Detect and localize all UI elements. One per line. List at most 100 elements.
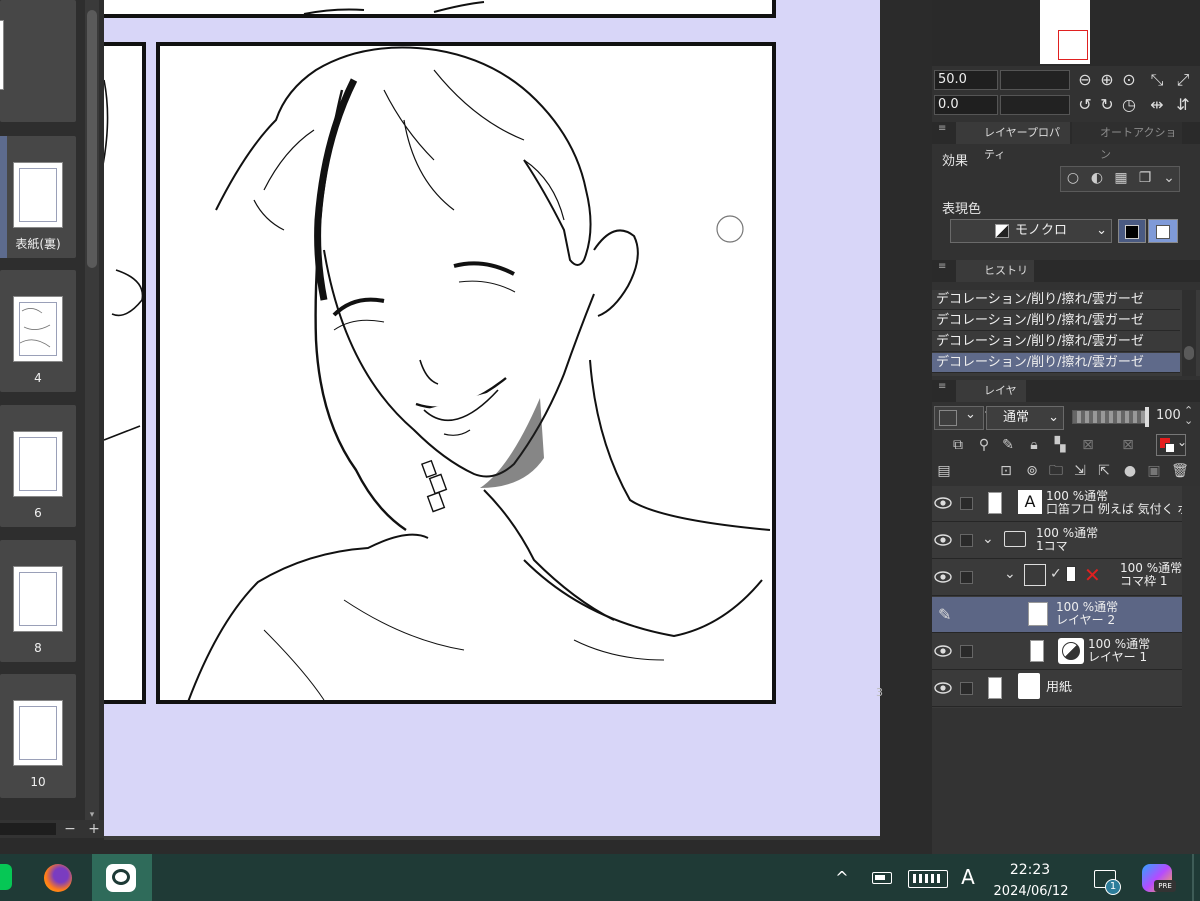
show-desktop-button[interactable] (1192, 854, 1194, 901)
rotate-right-icon[interactable]: ↻ (1096, 94, 1118, 116)
texture-icon[interactable]: ❐ (1133, 167, 1157, 189)
layer-row-folder[interactable]: ⌄ 100 %通常 1コマ (932, 523, 1182, 559)
history-row[interactable]: デコレーション/削り/擦れ/雲ガーゼ (932, 311, 1180, 331)
clock-time[interactable]: 22:23 (992, 862, 1068, 878)
history-row-selected[interactable]: デコレーション/削り/擦れ/雲ガーゼ (932, 353, 1180, 373)
layer-row-layer-2[interactable]: ✎ 100 %通常 レイヤー 2 (932, 597, 1182, 633)
zoom-slider[interactable] (1000, 70, 1070, 90)
layer-list-scrollbar[interactable] (1182, 486, 1200, 708)
eye-icon[interactable] (934, 533, 952, 547)
zoom-out-button[interactable]: − (62, 820, 78, 838)
tab-history[interactable]: ヒストリー (956, 260, 1034, 299)
layer-row-text[interactable]: A 100 %通常 口笛フロ 例えば 気付く ボクの (932, 486, 1182, 522)
show-hidden-icons-chevron[interactable]: ^ (832, 868, 852, 887)
edit-target-checkbox[interactable] (960, 571, 973, 584)
panel-grip-icon[interactable]: ≡ (938, 124, 948, 139)
panel-grip-icon[interactable]: ≡ (938, 262, 948, 277)
copilot-icon[interactable]: PRE (1142, 864, 1176, 892)
chevron-down-icon[interactable]: ⌄ (1157, 167, 1181, 189)
layer-row-frame-border[interactable]: ⌄ ✓ ✕ 100 %通常 コマ枠 1 (932, 560, 1182, 596)
canvas-area[interactable] (104, 0, 880, 836)
panel-grip-icon[interactable]: ≡ (938, 382, 948, 397)
edit-target-checkbox[interactable] (960, 645, 973, 658)
tab-layer-property[interactable]: レイヤープロパティ (956, 122, 1070, 161)
draft-layer-icon[interactable]: ✎ (996, 434, 1020, 456)
clip-lower-layer-icon[interactable]: ⧉ (946, 434, 970, 456)
flip-horizontal-icon[interactable]: ⇹ (1146, 94, 1168, 116)
tab-auto-action[interactable]: オートアクション (1072, 122, 1182, 161)
opacity-stepper-icon[interactable]: ⌃ ⌄ (1184, 405, 1193, 426)
opacity-slider-thumb[interactable] (1145, 407, 1149, 427)
flip-vertical-icon[interactable]: ⇵ (1172, 94, 1194, 116)
history-row[interactable]: デコレーション/削り/擦れ/雲ガーゼ (932, 332, 1180, 352)
fit-window-icon[interactable]: ⤡ (1146, 69, 1168, 91)
eye-icon[interactable] (934, 496, 952, 510)
layer-row-layer-1[interactable]: 100 %通常 レイヤー 1 (932, 634, 1182, 670)
zoom-in-icon[interactable]: ⊕ (1096, 69, 1118, 91)
new-raster-layer-icon[interactable]: ⊡ (994, 460, 1018, 482)
edit-target-checkbox[interactable] (960, 497, 973, 510)
lock-transparent-icon[interactable]: ▚ (1048, 434, 1072, 456)
page-zoom-slider[interactable] (0, 823, 56, 835)
layer-menu-icon[interactable]: ▤ (932, 460, 956, 482)
eye-icon[interactable] (934, 570, 952, 584)
page-card-4[interactable]: 4 (0, 270, 76, 392)
battery-icon[interactable] (872, 872, 892, 884)
delete-layer-icon[interactable]: 🗑︎ (1168, 460, 1192, 482)
zoom-out-icon[interactable]: ⊖ (1074, 69, 1096, 91)
dot-tone-icon[interactable]: ▦ (1109, 167, 1133, 189)
history-row[interactable]: デコレーション/削り/擦れ/雲ガーゼ (932, 290, 1180, 310)
create-mask-icon[interactable]: ● (1118, 460, 1142, 482)
mask-enable-icon[interactable]: ⊠ (1076, 434, 1100, 456)
combine-lower-layer-icon[interactable]: ⇱ (1092, 460, 1116, 482)
border-effect-icon[interactable]: ○ (1061, 167, 1085, 189)
scrollbar-thumb[interactable] (87, 10, 97, 268)
navigator-view-rect[interactable] (1058, 30, 1088, 60)
navigator-preview[interactable] (932, 0, 1200, 66)
opacity-value[interactable]: 100 (1156, 408, 1181, 423)
actual-size-icon[interactable]: ⊙ (1118, 69, 1140, 91)
clip-studio-app-icon[interactable] (92, 854, 152, 901)
ime-indicator[interactable]: A (956, 865, 980, 889)
tab-layer[interactable]: レイヤー (956, 380, 1026, 419)
layer-row-paper[interactable]: 用紙 (932, 671, 1182, 707)
zoom-value-field[interactable]: 50.0 (934, 70, 998, 90)
new-folder-icon[interactable]: 🗀 (1044, 460, 1068, 482)
tone-effect-icon[interactable]: ◐ (1085, 167, 1109, 189)
page-card-cover-back[interactable]: 表紙(裏) (0, 136, 76, 258)
page-list-scrollbar[interactable]: ▾ (85, 0, 99, 822)
reset-rotation-icon[interactable]: ◷ (1118, 94, 1140, 116)
chevron-down-icon[interactable]: ⌄ (982, 531, 994, 547)
eye-icon[interactable] (934, 644, 952, 658)
history-scrollbar[interactable] (1182, 290, 1196, 376)
eye-icon[interactable] (934, 681, 952, 695)
layer-color-dropdown[interactable]: ⌄ (934, 406, 984, 430)
edit-target-checkbox[interactable] (960, 682, 973, 695)
new-vector-layer-icon[interactable]: ⊚ (1020, 460, 1044, 482)
page-card-10[interactable]: 10 (0, 674, 76, 798)
transfer-lower-layer-icon[interactable]: ⇲ (1068, 460, 1092, 482)
layer-color-button[interactable]: ⌄ (1156, 434, 1187, 456)
lock-layer-icon[interactable]: 🔒︎ (1022, 434, 1046, 456)
firefox-app-icon[interactable] (40, 854, 78, 901)
scrollbar-track[interactable] (104, 836, 880, 840)
page-card-top[interactable] (0, 0, 76, 122)
apply-mask-icon[interactable]: ▣ (1142, 460, 1166, 482)
black-color-swatch[interactable] (1118, 219, 1146, 243)
manga-canvas-artwork[interactable] (104, 0, 880, 836)
line-app-icon[interactable] (0, 854, 18, 901)
clock-date[interactable]: 2024/06/12 (986, 884, 1076, 899)
edit-target-checkbox[interactable] (960, 534, 973, 547)
touch-keyboard-icon[interactable] (908, 870, 948, 888)
expression-color-dropdown[interactable]: モノクロ ⌄ (950, 219, 1112, 243)
rotate-left-icon[interactable]: ↺ (1074, 94, 1096, 116)
fit-navigator-icon[interactable]: ⤢ (1172, 69, 1194, 91)
page-card-8[interactable]: 8 (0, 540, 76, 662)
page-card-6[interactable]: 6 (0, 405, 76, 527)
ruler-enable-icon[interactable]: ⊠ (1116, 434, 1140, 456)
reference-layer-icon[interactable]: ⚲ (972, 434, 996, 456)
blend-mode-dropdown[interactable]: 通常 ⌄ (986, 406, 1064, 430)
chevron-down-icon[interactable]: ⌄ (1004, 566, 1016, 582)
canvas-horizontal-scrollbar[interactable] (104, 836, 880, 854)
rotate-slider[interactable] (1000, 95, 1070, 115)
